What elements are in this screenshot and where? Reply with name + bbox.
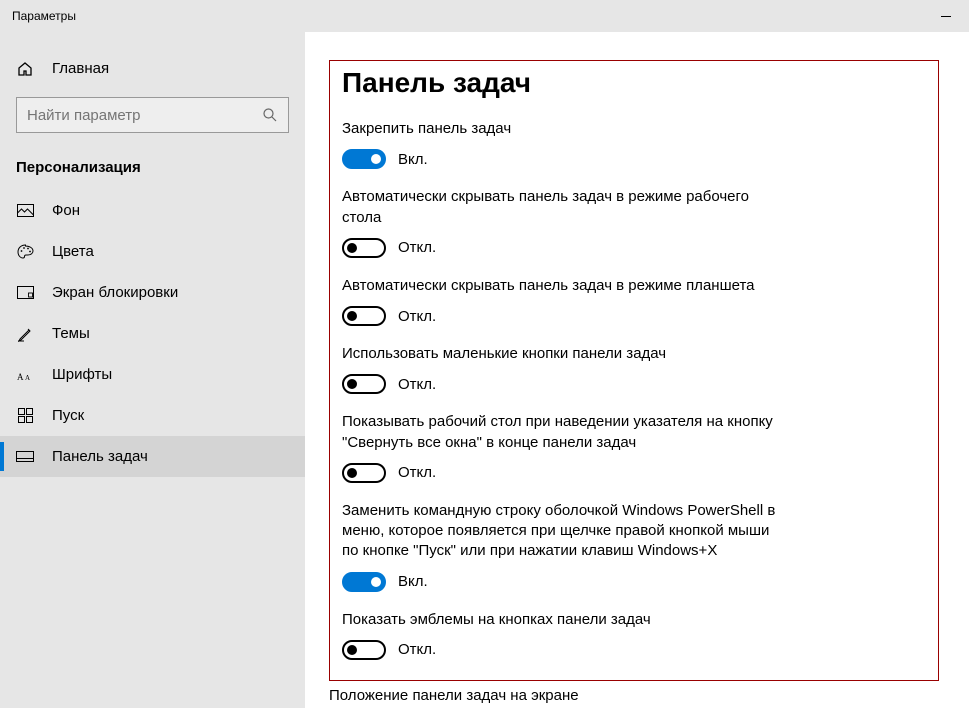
sidebar-item-label: Цвета (52, 243, 94, 260)
sidebar-item-start[interactable]: Пуск (0, 395, 305, 436)
fonts-icon: AA (16, 368, 34, 382)
setting-small-buttons: Использовать маленькие кнопки панели зад… (342, 344, 782, 394)
setting-label: Показывать рабочий стол при наведении ук… (342, 412, 782, 453)
setting-label: Показать эмблемы на кнопках панели задач (342, 610, 782, 630)
sidebar-item-fonts[interactable]: AA Шрифты (0, 354, 305, 395)
toggle-peek-desktop[interactable] (342, 463, 386, 483)
highlight-box: Панель задач Закрепить панель задач Вкл.… (329, 60, 939, 681)
minimize-button[interactable] (923, 0, 969, 32)
category-title: Персонализация (0, 151, 305, 190)
image-icon (16, 204, 34, 217)
home-nav[interactable]: Главная (0, 50, 305, 87)
toggle-state: Откл. (398, 641, 436, 658)
setting-label: Автоматически скрывать панель задач в ре… (342, 276, 782, 296)
toggle-autohide-desktop[interactable] (342, 238, 386, 258)
taskbar-icon (16, 451, 34, 462)
setting-label: Закрепить панель задач (342, 119, 782, 139)
sidebar-item-lockscreen[interactable]: Экран блокировки (0, 272, 305, 313)
toggle-autohide-tablet[interactable] (342, 306, 386, 326)
toggle-state: Откл. (398, 239, 436, 256)
sidebar-item-label: Фон (52, 202, 80, 219)
setting-taskbar-position-label: Положение панели задач на экране (329, 687, 939, 704)
toggle-state: Вкл. (398, 573, 428, 590)
toggle-state: Вкл. (398, 151, 428, 168)
sidebar-item-background[interactable]: Фон (0, 190, 305, 231)
toggle-state: Откл. (398, 464, 436, 481)
search-icon (262, 107, 278, 123)
titlebar: Параметры (0, 0, 969, 32)
sidebar-item-label: Шрифты (52, 366, 112, 383)
toggle-lock-taskbar[interactable] (342, 149, 386, 169)
toggle-badges[interactable] (342, 640, 386, 660)
setting-peek-desktop: Показывать рабочий стол при наведении ук… (342, 412, 782, 483)
page-title: Панель задач (342, 67, 926, 99)
themes-icon (16, 326, 34, 342)
sidebar-item-label: Пуск (52, 407, 84, 424)
setting-autohide-desktop: Автоматически скрывать панель задач в ре… (342, 187, 782, 258)
sidebar-item-themes[interactable]: Темы (0, 313, 305, 354)
toggle-small-buttons[interactable] (342, 374, 386, 394)
svg-text:A: A (25, 374, 30, 382)
setting-lock-taskbar: Закрепить панель задач Вкл. (342, 119, 782, 169)
sidebar-item-label: Панель задач (52, 448, 148, 465)
lockscreen-icon (16, 286, 34, 299)
sidebar-item-label: Экран блокировки (52, 284, 178, 301)
sidebar-item-taskbar[interactable]: Панель задач (0, 436, 305, 477)
sidebar: Главная Персонализация Фон Цвета (0, 32, 305, 708)
palette-icon (16, 244, 34, 259)
window-title: Параметры (12, 9, 76, 23)
sidebar-item-colors[interactable]: Цвета (0, 231, 305, 272)
svg-text:A: A (17, 372, 24, 382)
search-input[interactable] (27, 107, 278, 124)
search-box[interactable] (16, 97, 289, 133)
setting-label: Автоматически скрывать панель задач в ре… (342, 187, 782, 228)
home-icon (16, 61, 34, 77)
setting-label: Заменить командную строку оболочкой Wind… (342, 501, 782, 562)
home-label: Главная (52, 60, 109, 77)
content-area: Панель задач Закрепить панель задач Вкл.… (305, 32, 969, 708)
start-icon (16, 408, 34, 423)
toggle-state: Откл. (398, 376, 436, 393)
sidebar-item-label: Темы (52, 325, 90, 342)
toggle-powershell[interactable] (342, 572, 386, 592)
setting-badges: Показать эмблемы на кнопках панели задач… (342, 610, 782, 660)
setting-powershell: Заменить командную строку оболочкой Wind… (342, 501, 782, 592)
minimize-icon (941, 16, 951, 17)
toggle-state: Откл. (398, 308, 436, 325)
setting-autohide-tablet: Автоматически скрывать панель задач в ре… (342, 276, 782, 326)
setting-label: Использовать маленькие кнопки панели зад… (342, 344, 782, 364)
